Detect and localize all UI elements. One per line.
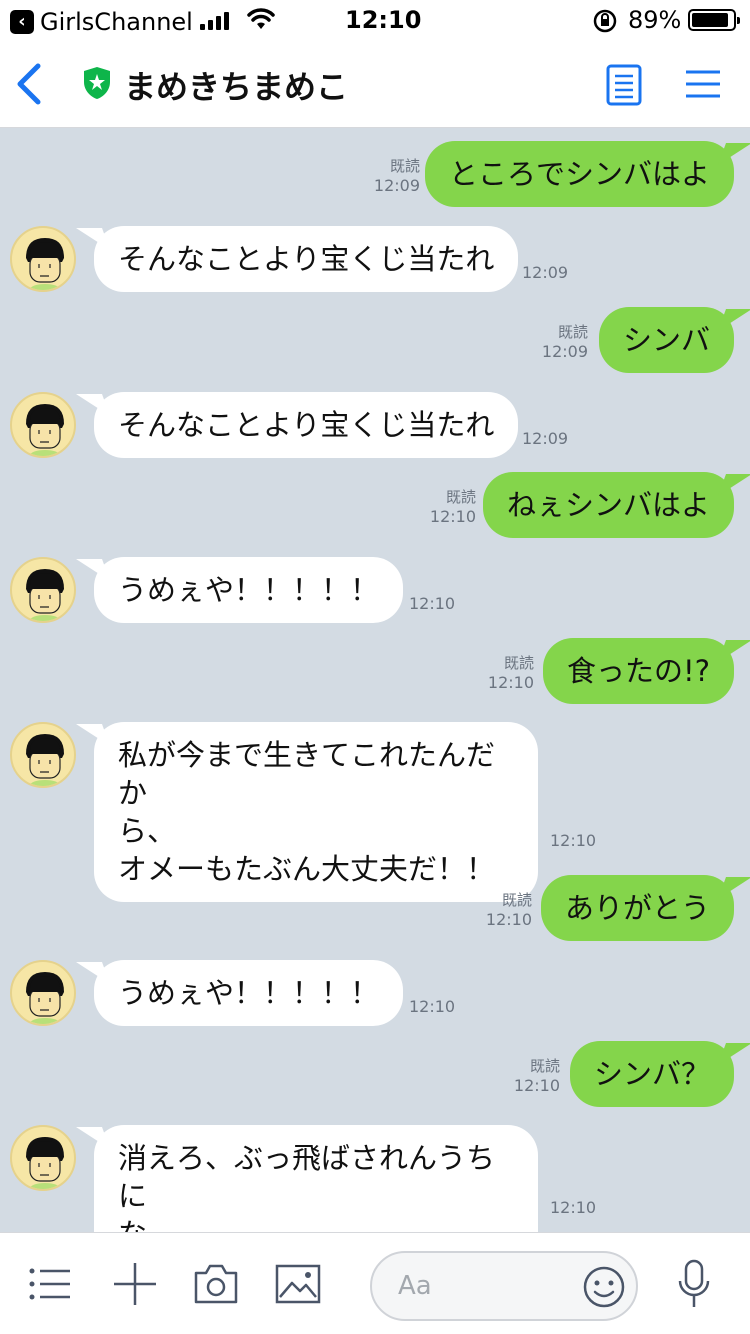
message-time: 12:10 xyxy=(409,594,456,613)
message-time: 12:09 xyxy=(522,429,569,448)
avatar-face-icon xyxy=(26,1137,64,1189)
message-text: そんなことより宝くじ当たれ xyxy=(118,242,495,276)
chat-title: まめきちまめこ xyxy=(124,68,349,106)
emoji-icon[interactable] xyxy=(582,1265,626,1309)
back-chevron-icon[interactable] xyxy=(14,62,44,106)
read-receipt: 既読 xyxy=(529,1057,560,1075)
chat-header: まめきちまめこ xyxy=(0,40,750,128)
outgoing-message[interactable]: ところでシンバはよ xyxy=(424,141,734,207)
hamburger-menu-icon[interactable] xyxy=(684,68,722,100)
incoming-message[interactable]: 消えろ、ぶっ飛ばされんうちに な xyxy=(94,1125,538,1232)
read-receipt: 既読 xyxy=(557,323,588,341)
incoming-message[interactable]: うめぇや！！！！！ xyxy=(94,960,404,1026)
avatar-face-icon xyxy=(26,734,64,786)
incoming-message[interactable]: うめぇや！！！！！ xyxy=(94,557,404,623)
message-text-line: ら、 xyxy=(118,814,177,848)
message-time: 12:10 xyxy=(487,673,534,692)
message-time: 12:09 xyxy=(522,263,569,282)
avatar[interactable] xyxy=(10,557,76,623)
notes-icon[interactable] xyxy=(606,64,642,106)
message-text-line: 消えろ、ぶっ飛ばされんうちに xyxy=(118,1141,496,1213)
message-meta: 既読 12:10 xyxy=(430,487,476,527)
read-receipt: 既読 xyxy=(389,157,420,175)
message-meta: 既読 12:09 xyxy=(542,322,588,362)
message-time: 12:10 xyxy=(429,507,476,526)
message-text: ありがとう xyxy=(564,891,710,925)
message-meta: 既読 12:10 xyxy=(486,890,532,930)
avatar-face-icon xyxy=(26,404,64,456)
list-icon[interactable] xyxy=(28,1267,72,1301)
incoming-message[interactable]: そんなことより宝くじ当たれ xyxy=(94,226,519,292)
cellular-signal-icon xyxy=(200,10,229,30)
message-meta: 既読 12:10 xyxy=(488,653,534,693)
avatar[interactable] xyxy=(10,226,76,292)
avatar-face-icon xyxy=(26,569,64,621)
official-shield-icon xyxy=(84,67,110,99)
message-time: 12:09 xyxy=(373,176,420,195)
back-to-app[interactable]: ‹ GirlsChannel xyxy=(10,8,193,36)
rotation-lock-icon xyxy=(593,9,617,33)
message-meta: 既読 12:09 xyxy=(374,156,420,196)
message-text-line: な xyxy=(118,1215,514,1232)
message-time: 12:10 xyxy=(513,1076,560,1095)
avatar[interactable] xyxy=(10,960,76,1026)
read-receipt: 既読 xyxy=(503,654,534,672)
chat-messages[interactable]: 既読 12:09 ところでシンバはよ そんなことより宝くじ当たれ 12:09 既… xyxy=(0,128,750,1232)
message-text: シンバ xyxy=(622,323,710,357)
avatar[interactable] xyxy=(10,392,76,458)
battery-icon xyxy=(688,9,740,31)
message-time: 12:09 xyxy=(541,342,588,361)
message-text-line: 私が今まで生きてこれたんだか xyxy=(118,738,496,810)
message-text: そんなことより宝くじ当たれ xyxy=(118,408,495,442)
microphone-icon[interactable] xyxy=(676,1259,712,1311)
message-text: ところでシンバはよ xyxy=(448,157,710,191)
plus-icon[interactable] xyxy=(112,1261,158,1307)
avatar-face-icon xyxy=(26,238,64,290)
message-text-line: オメーもたぶん大丈夫だ！！ xyxy=(118,852,496,886)
avatar[interactable] xyxy=(10,722,76,788)
message-text: シンバ？ xyxy=(593,1057,710,1091)
message-input-bar: Aa xyxy=(0,1232,750,1334)
message-meta: 既読 12:10 xyxy=(514,1056,560,1096)
message-text: うめぇや！！！！！ xyxy=(118,976,380,1010)
incoming-message[interactable]: 私が今まで生きてこれたんだか ら、 オメーもたぶん大丈夫だ！！ xyxy=(94,722,538,902)
battery-percent: 89% xyxy=(628,6,682,34)
back-app-label: GirlsChannel xyxy=(40,8,193,36)
avatar[interactable] xyxy=(10,1125,76,1191)
outgoing-message[interactable]: 食ったの!? xyxy=(542,638,734,704)
message-text: 食ったの!? xyxy=(566,654,710,688)
outgoing-message[interactable]: シンバ？ xyxy=(569,1041,734,1107)
read-receipt: 既読 xyxy=(445,488,476,506)
incoming-message[interactable]: そんなことより宝くじ当たれ xyxy=(94,392,519,458)
read-receipt: 既読 xyxy=(501,891,532,909)
message-time: 12:10 xyxy=(550,831,597,850)
message-input[interactable]: Aa xyxy=(370,1251,638,1321)
status-bar: ‹ GirlsChannel 12:10 89% xyxy=(0,0,750,40)
avatar-face-icon xyxy=(26,972,64,1024)
message-time: 12:10 xyxy=(409,997,456,1016)
status-time: 12:10 xyxy=(345,6,422,34)
image-icon[interactable] xyxy=(274,1263,322,1305)
message-time: 12:10 xyxy=(550,1198,597,1217)
message-text: ねぇシンバはよ xyxy=(506,488,710,522)
outgoing-message[interactable]: ありがとう xyxy=(540,875,734,941)
outgoing-message[interactable]: シンバ xyxy=(598,307,734,373)
message-text: うめぇや！！！！！ xyxy=(118,573,380,607)
back-app-icon: ‹ xyxy=(10,10,34,34)
input-placeholder: Aa xyxy=(398,1271,432,1301)
outgoing-message[interactable]: ねぇシンバはよ xyxy=(482,472,734,538)
message-time: 12:10 xyxy=(485,910,532,929)
wifi-icon xyxy=(247,8,275,29)
camera-icon[interactable] xyxy=(192,1263,240,1305)
